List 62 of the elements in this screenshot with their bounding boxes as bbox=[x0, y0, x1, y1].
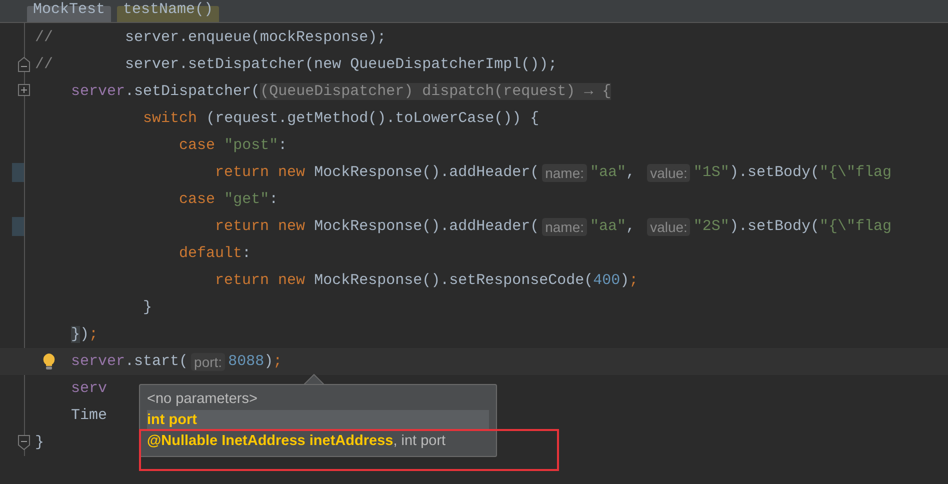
code-token: : bbox=[242, 245, 252, 262]
code-token: ) bbox=[620, 272, 630, 289]
code-token: Time bbox=[71, 407, 108, 424]
keyword: return new bbox=[215, 272, 306, 289]
field-name: server bbox=[71, 83, 126, 100]
number-literal: 400 bbox=[593, 272, 620, 289]
string-literal: "post" bbox=[224, 137, 278, 154]
code-token: } bbox=[143, 299, 152, 316]
string-literal: "{\"flag bbox=[819, 164, 892, 181]
fold-icon[interactable] bbox=[18, 57, 30, 72]
field-name: server bbox=[71, 353, 126, 370]
code-token: server.setDispatcher(new QueueDispatcherImpl()); bbox=[125, 56, 558, 73]
code-token: MockResponse().addHeader( bbox=[314, 164, 540, 181]
signature-option[interactable]: @Nullable InetAddress inetAddress, int port bbox=[147, 431, 489, 452]
string-literal: "1S" bbox=[693, 164, 730, 181]
fold-icon[interactable] bbox=[18, 435, 30, 450]
code-token: (request.getMethod().toLowerCase()) { bbox=[206, 110, 540, 127]
string-literal: "get" bbox=[224, 191, 270, 208]
expand-icon[interactable] bbox=[18, 84, 30, 96]
keyword: return new bbox=[215, 218, 306, 235]
code-token: .setDispatcher( bbox=[125, 83, 260, 100]
code-token: , bbox=[626, 164, 636, 181]
code-token: ).setBody( bbox=[729, 218, 820, 235]
parameter-hint: value: bbox=[647, 164, 690, 182]
comment-mark: // bbox=[35, 56, 54, 73]
comment-mark: // bbox=[35, 29, 54, 46]
code-token: MockResponse().addHeader( bbox=[314, 218, 540, 235]
change-marker bbox=[12, 163, 24, 182]
string-literal: "2S" bbox=[693, 218, 730, 235]
code-token: ).setBody( bbox=[729, 164, 820, 181]
code-token: server.enqueue(mockResponse); bbox=[125, 29, 386, 46]
string-literal: "aa" bbox=[590, 164, 626, 181]
keyword: return new bbox=[215, 164, 306, 181]
parameter-hint: value: bbox=[647, 218, 690, 236]
parameter-hint: name: bbox=[542, 164, 588, 182]
code-token: : bbox=[269, 191, 278, 208]
folded-code[interactable]: (QueueDispatcher) dispatch(request) → { bbox=[260, 83, 612, 100]
keyword: case bbox=[179, 191, 216, 208]
parameter-hint: name: bbox=[542, 218, 588, 236]
signature-option[interactable]: int port bbox=[147, 410, 489, 431]
keyword: switch bbox=[143, 110, 198, 127]
code-token: , bbox=[626, 218, 636, 235]
code-token: } bbox=[35, 434, 44, 451]
keyword: case bbox=[179, 137, 216, 154]
signature-option[interactable]: <no parameters> bbox=[147, 389, 489, 410]
keyword: ; bbox=[273, 353, 282, 370]
code-token: MockResponse().setResponseCode( bbox=[314, 272, 594, 289]
string-literal: "aa" bbox=[590, 218, 626, 235]
code-token: ) bbox=[80, 326, 90, 343]
number-literal: 8088 bbox=[228, 353, 264, 370]
keyword: ; bbox=[89, 326, 98, 343]
keyword: default bbox=[179, 245, 242, 262]
keyword: ; bbox=[629, 272, 638, 289]
matched-brace: } bbox=[71, 326, 80, 343]
parameter-hint: port: bbox=[191, 352, 226, 370]
change-marker bbox=[12, 217, 24, 236]
code-token: .start( bbox=[125, 353, 188, 370]
code-token: ) bbox=[264, 353, 274, 370]
field-name: serv bbox=[71, 380, 108, 397]
lightbulb-icon[interactable] bbox=[42, 353, 56, 370]
code-token: : bbox=[278, 137, 288, 154]
string-literal: "{\"flag bbox=[819, 218, 892, 235]
